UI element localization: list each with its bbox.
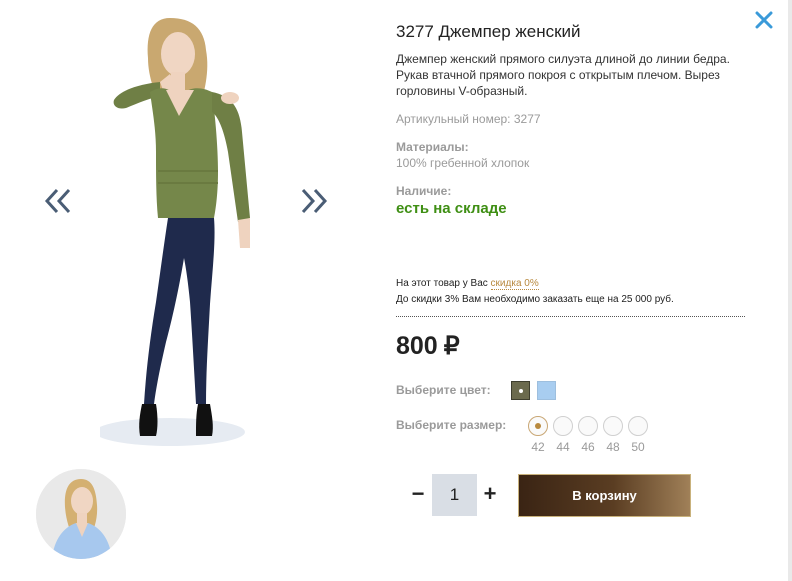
product-main-image [95,12,280,462]
size-value: 44 [556,440,570,454]
double-chevron-right-icon [301,188,328,214]
product-title: 3277 Джемпер женский [396,22,581,41]
discount-info-line: На этот товар у Вас скидка 0% [396,278,539,290]
price-amount: 800 [396,332,438,360]
size-radio[interactable] [528,416,548,436]
availability-label: Наличие: [396,184,452,198]
product-price: 800 ₽ [396,331,460,361]
close-icon [755,11,773,29]
size-value: 48 [606,440,620,454]
close-button[interactable] [753,9,775,31]
size-option-46[interactable]: 46 [578,416,598,456]
discount-threshold-text: До скидки 3% Вам необходимо заказать еще… [396,294,674,305]
size-value: 46 [581,440,595,454]
modal-right-edge [788,0,792,581]
size-option-50[interactable]: 50 [628,416,648,456]
discount-prefix: На этот товар у Вас [396,278,488,289]
discount-link[interactable]: скидка 0% [490,278,539,290]
quantity-input[interactable]: 1 [432,474,477,516]
size-value: 42 [531,440,545,454]
size-radio[interactable] [603,416,623,436]
quantity-increase-button[interactable]: + [482,483,498,507]
size-value: 50 [631,440,645,454]
selected-dot [519,389,523,393]
size-option-44[interactable]: 44 [553,416,573,456]
product-thumbnail[interactable] [36,469,126,559]
size-radio[interactable] [578,416,598,436]
dotted-divider [396,316,745,317]
size-option-42[interactable]: 42 [528,416,548,456]
size-radio[interactable] [553,416,573,436]
materials-value: 100% гребенной хлопок [396,156,530,170]
product-sku: Артикульный номер: 3277 [396,112,541,126]
size-radio[interactable] [628,416,648,436]
gallery-next-button[interactable] [298,186,328,216]
size-option-48[interactable]: 48 [603,416,623,456]
add-to-cart-button[interactable]: В корзину [518,474,691,517]
color-label: Выберите цвет: [396,383,491,397]
quantity-decrease-button[interactable]: − [410,483,426,507]
double-chevron-left-icon [44,188,71,214]
color-swatch-olive[interactable] [511,381,530,400]
materials-label: Материалы: [396,140,469,154]
gallery-prev-button[interactable] [44,186,74,216]
size-label: Выберите размер: [396,418,507,432]
product-description: Джемпер женский прямого силуэта длиной д… [396,52,730,98]
color-swatch-light-blue[interactable] [537,381,556,400]
availability-status: есть на складе [396,200,507,217]
currency-symbol: ₽ [443,332,460,360]
